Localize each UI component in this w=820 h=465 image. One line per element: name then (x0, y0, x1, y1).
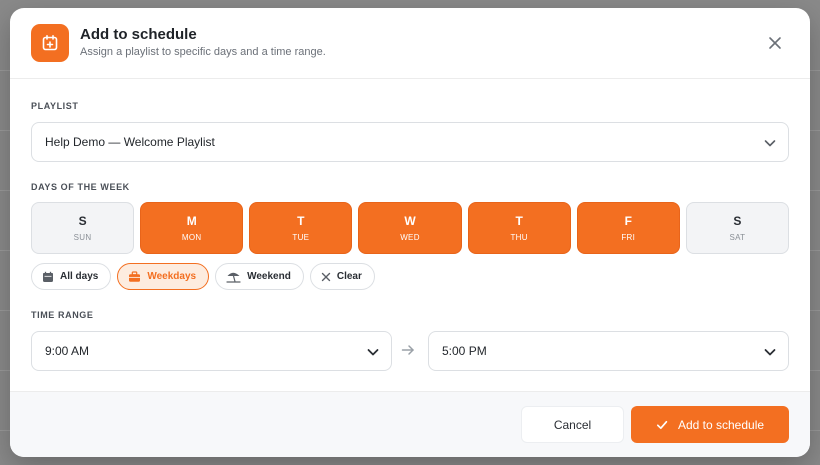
start-time-select[interactable]: 9:00 AM (31, 331, 392, 371)
preset-label: All days (60, 271, 99, 282)
day-letter: S (733, 214, 742, 228)
day-abbreviation: TUE (292, 233, 310, 242)
playlist-label: PLAYLIST (31, 101, 79, 111)
preset-all-days-button[interactable]: All days (31, 263, 112, 290)
playlist-select[interactable]: Help Demo — Welcome Playlist (31, 122, 789, 162)
close-icon (769, 37, 781, 49)
day-letter: M (186, 214, 197, 228)
playlist-select-value: Help Demo — Welcome Playlist (45, 135, 215, 149)
day-letter: T (297, 214, 305, 228)
day-letter: T (515, 214, 523, 228)
day-abbreviation: FRI (621, 233, 636, 242)
day-picker: S SUN M MON T TUE W WED T THU F FRI S SAT (31, 202, 789, 254)
day-toggle-wed[interactable]: W WED (358, 202, 462, 254)
calendar-icon (42, 271, 54, 283)
preset-label: Weekdays (147, 271, 197, 282)
day-abbreviation: MON (181, 233, 202, 242)
close-icon (321, 272, 331, 282)
day-toggle-mon[interactable]: M MON (140, 202, 244, 254)
cancel-button[interactable]: Cancel (521, 406, 624, 443)
day-toggle-tue[interactable]: T TUE (249, 202, 353, 254)
day-letter: W (404, 214, 416, 228)
arrow-right-icon (401, 345, 414, 355)
day-toggle-fri[interactable]: F FRI (576, 202, 680, 254)
add-to-schedule-dialog: Add to schedule Assign a playlist to spe… (10, 8, 810, 457)
close-button[interactable] (764, 32, 786, 54)
day-letter: F (624, 214, 632, 228)
beach-umbrella-icon (226, 271, 241, 283)
day-abbreviation: SAT (729, 233, 746, 242)
day-abbreviation: SUN (73, 233, 92, 242)
day-presets: All days Weekdays Weekend Clear (31, 263, 375, 290)
dialog-subtitle: Assign a playlist to specific days and a… (80, 46, 326, 58)
day-abbreviation: THU (510, 233, 528, 242)
add-to-schedule-label: Add to schedule (677, 417, 765, 432)
day-abbreviation: WED (400, 233, 420, 242)
end-time-select[interactable]: 5:00 PM (428, 331, 789, 371)
time-range-label: TIME RANGE (31, 310, 94, 320)
dialog-header: Add to schedule Assign a playlist to spe… (10, 8, 810, 79)
calendar-plus-icon (31, 24, 69, 62)
dialog-footer: Cancel Add to schedule (10, 391, 810, 457)
add-to-schedule-button[interactable]: Add to schedule (631, 406, 789, 443)
day-toggle-sun[interactable]: S SUN (31, 202, 135, 254)
end-time-value: 5:00 PM (442, 344, 487, 358)
chevron-down-icon (764, 140, 776, 147)
chevron-down-icon (764, 349, 776, 356)
day-toggle-thu[interactable]: T THU (467, 202, 571, 254)
days-of-week-label: DAYS OF THE WEEK (31, 182, 130, 192)
preset-weekend-button[interactable]: Weekend (215, 263, 304, 290)
preset-label: Weekend (247, 271, 291, 282)
start-time-value: 9:00 AM (45, 344, 90, 358)
briefcase-icon (128, 270, 141, 283)
day-letter: S (78, 214, 87, 228)
preset-label: Clear (336, 271, 362, 282)
preset-clear-button[interactable]: Clear (309, 263, 375, 290)
day-toggle-sat[interactable]: S SAT (685, 202, 789, 254)
preset-weekdays-button[interactable]: Weekdays (117, 263, 210, 290)
dialog-title: Add to schedule (80, 26, 197, 43)
chevron-down-icon (367, 349, 379, 356)
check-icon (656, 420, 668, 429)
